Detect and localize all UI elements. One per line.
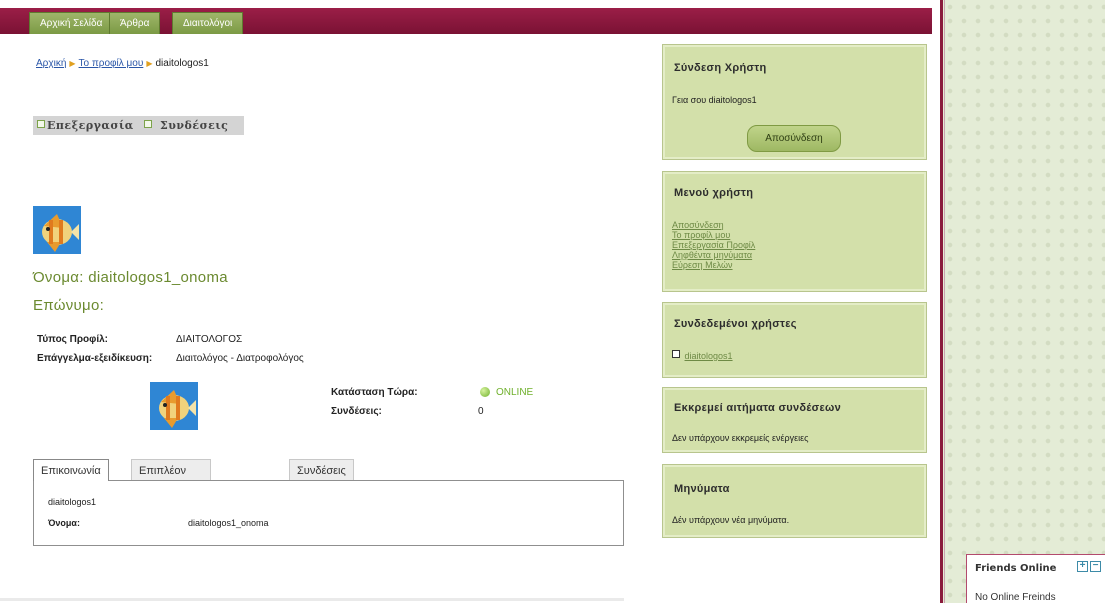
user-menu-links: Αποσύνδεση Το προφίλ μου Επεξεργασία Προ… (672, 220, 755, 270)
fish-icon (33, 206, 81, 254)
breadcrumb-profile-link[interactable]: Το προφίλ μου (79, 58, 144, 69)
edit-button-label: Επεξεργασία (47, 119, 134, 132)
content-footer-line (0, 598, 624, 601)
tab-articles[interactable]: Άρθρα (109, 12, 161, 34)
profile-surname: Επώνυμο: (33, 297, 105, 314)
menu-link-logout[interactable]: Αποσύνδεση (672, 220, 755, 230)
messages-text: Δέν υπάρχουν νέα μηνύματα. (672, 515, 790, 525)
menu-link-edit-profile[interactable]: Επεξεργασία Προφίλ (672, 240, 755, 250)
tab-dietitians[interactable]: Διαιτολόγοι (172, 12, 244, 34)
profile-name: Όνομα: diaitologos1_onoma (33, 269, 228, 286)
pending-requests-box: Εκκρεμεί αιτήματα συνδέσεων Δεν υπάρχουν… (662, 387, 927, 453)
tab-more-info[interactable]: Επιπλέον Πληροφορίες (131, 459, 212, 499)
collapse-icon[interactable]: − (1090, 561, 1101, 572)
tab-home[interactable]: Αρχική Σελίδα (29, 12, 114, 34)
friends-online-widget: Friends Online + − No Online Freinds (966, 554, 1105, 603)
friends-online-title: Friends Online (975, 563, 1057, 574)
pending-requests-title: Εκκρεμεί αιτήματα συνδέσεων (674, 402, 841, 414)
menu-link-profile[interactable]: Το προφίλ μου (672, 230, 755, 240)
top-navigation: Αρχική Σελίδα Άρθρα Διαιτολόγοι (0, 8, 932, 34)
friends-online-status: No Online Freinds (975, 592, 1056, 603)
tab-connections[interactable]: Συνδέσεις (289, 459, 354, 481)
connected-user-item: diaitologos1 (672, 350, 733, 361)
breadcrumb-home-link[interactable]: Αρχική (36, 58, 66, 69)
connected-user-link[interactable]: diaitologos1 (685, 351, 733, 361)
panel-username: diaitologos1 (48, 497, 97, 507)
messages-box: Μηνύματα Δέν υπάρχουν νέα μηνύματα. (662, 464, 927, 538)
connected-users-title: Συνδεδεμένοι χρήστες (674, 318, 797, 330)
checkbox-icon (37, 120, 45, 128)
messages-title: Μηνύματα (674, 483, 730, 495)
connections-count-label: Συνδέσεις: (331, 406, 382, 417)
tab-panel: diaitologos1 Όνομα: diaitologos1_onoma (33, 480, 624, 546)
edit-button[interactable]: Επεξεργασία (33, 116, 142, 135)
breadcrumb: Αρχική ▶ Το προφίλ μου ▶ diaitologos1 (36, 58, 209, 69)
pattern-divider (944, 0, 945, 603)
connections-button-label: Συνδέσεις (160, 119, 229, 132)
avatar-small (150, 382, 198, 430)
checkbox-icon (672, 350, 680, 358)
profile-type-label: Τύπος Προφίλ: (37, 334, 108, 345)
login-box-title: Σύνδεση Χρήστη (674, 62, 767, 74)
login-box: Σύνδεση Χρήστη Γεια σου diaitologos1 Απο… (662, 44, 927, 160)
background-pattern (940, 0, 1105, 603)
tab-contact[interactable]: Επικοινωνία (33, 459, 109, 481)
connections-count-value: 0 (478, 406, 484, 417)
fish-icon (150, 382, 198, 430)
profession-label: Επάγγελμα-εξειδίκευση: (37, 353, 153, 364)
expand-icon[interactable]: + (1077, 561, 1088, 572)
status-label: Κατάσταση Τώρα: (331, 387, 418, 398)
panel-name-value: diaitologos1_onoma (188, 518, 269, 528)
online-status-icon (480, 387, 490, 397)
user-menu-title: Μενού χρήστη (674, 187, 754, 199)
breadcrumb-arrow-icon: ▶ (69, 59, 76, 68)
panel-name-label: Όνομα: (48, 518, 80, 528)
breadcrumb-current: diaitologos1 (155, 58, 209, 69)
connected-users-box: Συνδεδεμένοι χρήστες diaitologos1 (662, 302, 927, 378)
status-value: ONLINE (496, 387, 534, 398)
profile-type-value: ΔΙΑΙΤΟΛΟΓΟΣ (176, 334, 243, 345)
menu-link-find-members[interactable]: Εύρεση Μελών (672, 260, 755, 270)
greeting-text: Γεια σου diaitologos1 (672, 95, 757, 105)
connections-button[interactable]: Συνδέσεις (140, 116, 244, 135)
user-menu-box: Μενού χρήστη Αποσύνδεση Το προφίλ μου Επ… (662, 171, 927, 292)
avatar (33, 206, 81, 254)
breadcrumb-arrow-icon: ▶ (146, 59, 153, 68)
pending-requests-text: Δεν υπάρχουν εκκρεμείς ενέργειες (672, 433, 809, 443)
logout-button[interactable]: Αποσύνδεση (747, 125, 841, 152)
profession-value: Διαιτολόγος - Διατροφολόγος (176, 353, 304, 364)
checkbox-icon (144, 120, 152, 128)
menu-link-messages[interactable]: Ληφθέντα μηνύματα (672, 250, 755, 260)
